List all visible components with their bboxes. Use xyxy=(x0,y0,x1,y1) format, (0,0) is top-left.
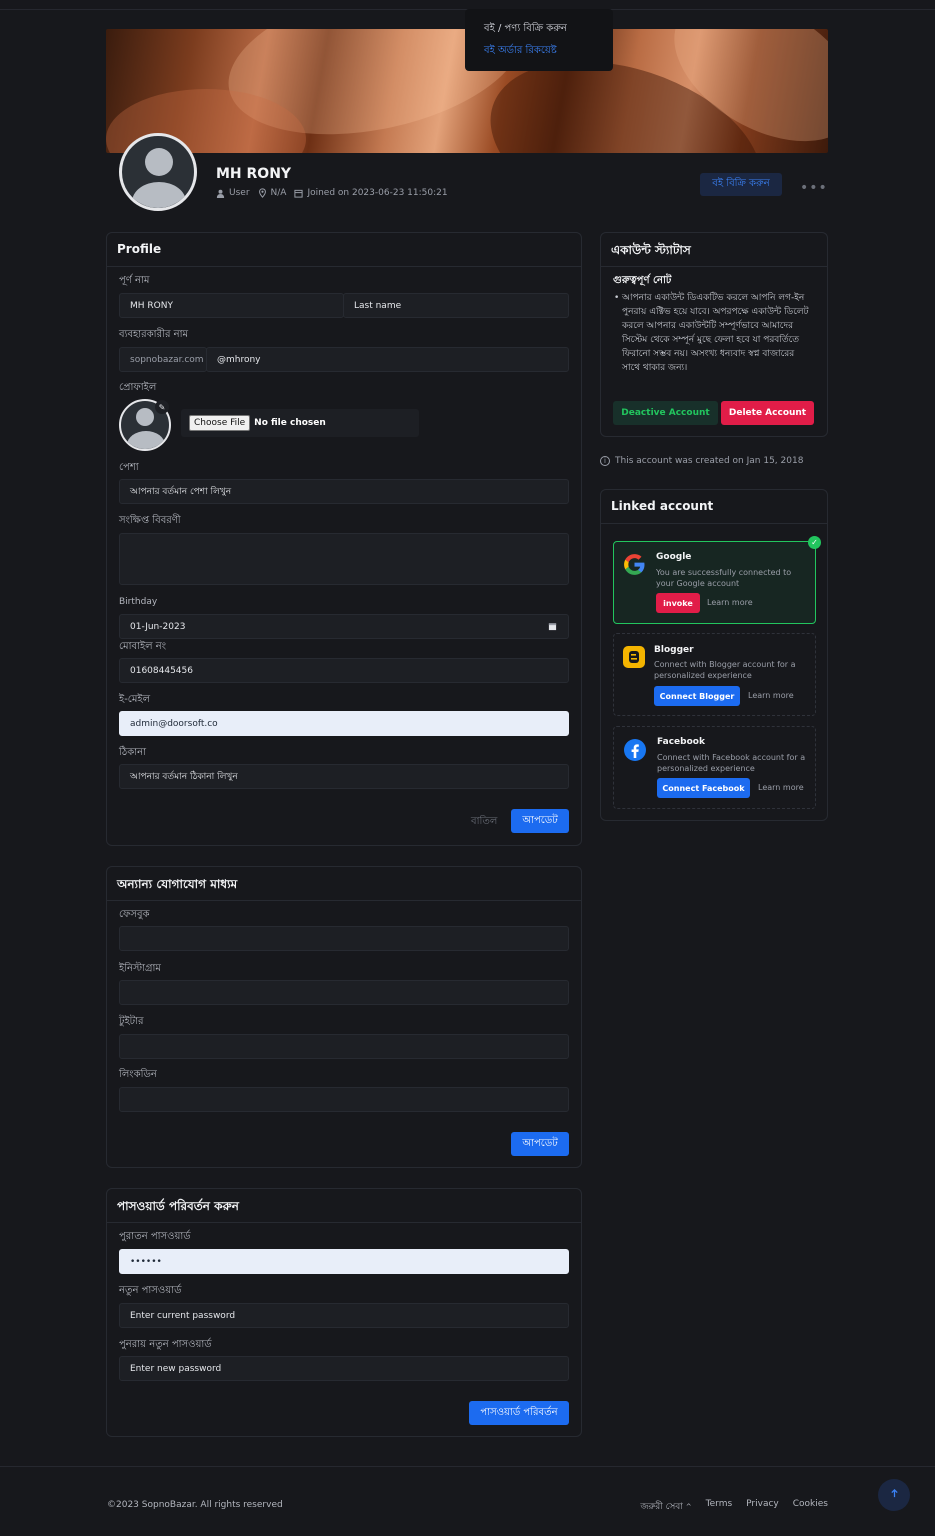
blogger-name: Blogger xyxy=(654,645,694,655)
fullname-label: পূর্ণ নাম xyxy=(119,275,150,286)
email-label: ই-মেইল xyxy=(119,694,151,705)
bio-textarea[interactable] xyxy=(119,533,569,585)
social-card: অন্যান্য যোগাযোগ মাধ্যম xyxy=(106,866,582,1168)
linkedin-input[interactable] xyxy=(119,1087,569,1112)
profile-update-button[interactable]: আপডেট xyxy=(511,809,569,833)
birthday-label: Birthday xyxy=(119,597,158,607)
file-status: No file chosen xyxy=(254,418,326,428)
profile-card-title: Profile xyxy=(107,233,581,267)
info-icon: i xyxy=(600,456,610,466)
facebook-learn-more-link[interactable]: Learn more xyxy=(758,783,804,792)
privacy-link[interactable]: Privacy xyxy=(746,1499,779,1514)
old-password-label: পুরাতন পাসওয়ার্ড xyxy=(119,1231,191,1242)
sell-book-button[interactable]: বই বিক্রি করুন xyxy=(700,173,782,196)
location-text: N/A xyxy=(270,188,287,198)
location-pin-icon xyxy=(258,188,267,198)
twitter-label: টুইটার xyxy=(119,1016,144,1027)
facebook-input[interactable] xyxy=(119,926,569,951)
emergency-service-label: জরুরী সেবা xyxy=(640,1502,683,1512)
cancel-button[interactable]: বাতিল xyxy=(471,814,497,831)
edit-pencil-icon[interactable]: ✎ xyxy=(155,400,169,414)
delete-account-button[interactable]: Delete Account xyxy=(721,401,814,425)
google-name: Google xyxy=(656,552,692,562)
profile-meta: User N/A Joined on 2023-06-23 11:50:21 xyxy=(216,188,448,198)
copyright-text: ©2023 SopnoBazar. All rights reserved xyxy=(107,1500,283,1510)
facebook-name: Facebook xyxy=(657,737,705,747)
google-invoke-button[interactable]: invoke xyxy=(656,593,700,613)
mobile-label: মোবাইল নং xyxy=(119,641,167,652)
emergency-service-link[interactable]: জরুরী সেবা ^ xyxy=(640,1499,691,1514)
terms-link[interactable]: Terms xyxy=(706,1499,733,1514)
instagram-input[interactable] xyxy=(119,980,569,1005)
connect-facebook-button[interactable]: Connect Facebook xyxy=(657,778,750,798)
social-card-title: অন্যান্য যোগাযোগ মাধ্যম xyxy=(107,867,581,901)
arrow-up-icon xyxy=(890,1489,899,1501)
change-password-button[interactable]: পাসওয়ার্ড পরিবর্তন xyxy=(469,1401,569,1425)
first-name-input[interactable]: MH RONY xyxy=(119,293,344,318)
menu-item-sell[interactable]: বই / পণ্য বিক্রি করুন xyxy=(484,21,613,43)
username-label: ব্যবহারকারীর নাম xyxy=(119,329,189,340)
dropdown-menu: বই / পণ্য বিক্রি করুন বই অর্ডার রিকয়েষ্… xyxy=(465,9,613,71)
deactivate-account-button[interactable]: Deactive Account xyxy=(613,401,718,425)
username-prefix: sopnobazar.com xyxy=(119,347,207,372)
username-input[interactable]: @mhrony xyxy=(206,347,569,372)
birthday-input[interactable]: 01-Jun-2023 xyxy=(119,614,569,639)
google-description: You are successfully connected to your G… xyxy=(656,568,792,588)
email-input[interactable]: admin@doorsoft.co xyxy=(119,711,569,736)
joined-text: Joined on 2023-06-23 11:50:21 xyxy=(307,188,448,198)
scroll-to-top-button[interactable] xyxy=(878,1479,910,1511)
instagram-label: ইনিস্টাগ্রাম xyxy=(119,963,161,974)
calendar-icon xyxy=(294,189,304,198)
linked-accounts-title: Linked account xyxy=(601,490,827,524)
old-password-input[interactable]: •••••• xyxy=(119,1249,569,1274)
profession-label: পেশা xyxy=(119,462,139,473)
facebook-label: ফেসবুক xyxy=(119,909,150,920)
password-card-title: পাসওয়ার্ড পরিবর্তন করুন xyxy=(107,1189,581,1223)
facebook-icon xyxy=(623,738,647,766)
more-options-icon[interactable]: ••• xyxy=(800,180,828,196)
account-status-title: একাউন্ট স্ট্যাটাস xyxy=(601,233,827,267)
avatar xyxy=(119,133,197,211)
blogger-icon xyxy=(623,646,645,672)
new-password-input[interactable]: Enter current password xyxy=(119,1303,569,1328)
cookies-link[interactable]: Cookies xyxy=(793,1499,828,1514)
confirm-password-input[interactable]: Enter new password xyxy=(119,1356,569,1381)
choose-file-button[interactable]: Choose File xyxy=(189,415,251,431)
last-name-input[interactable]: Last name xyxy=(343,293,569,318)
new-password-label: নতুন পাসওয়ার্ড xyxy=(119,1285,182,1296)
birthday-value: 01-Jun-2023 xyxy=(130,621,186,632)
check-icon: ✓ xyxy=(808,536,821,549)
note-title: গুরুত্বপূর্ণ নোট xyxy=(613,275,672,286)
google-icon xyxy=(622,552,647,581)
account-created-text: This account was created on Jan 15, 2018 xyxy=(615,456,804,466)
mobile-input[interactable]: 01608445456 xyxy=(119,658,569,683)
user-icon xyxy=(216,189,225,198)
linkedin-label: লিংকডিন xyxy=(119,1069,157,1080)
blogger-learn-more-link[interactable]: Learn more xyxy=(748,691,794,700)
confirm-password-label: পুনরায় নতুন পাসওয়ার্ড xyxy=(119,1339,212,1350)
bio-label: সংক্ষিপ্ত বিবরণী xyxy=(119,515,181,526)
footer: ©2023 SopnoBazar. All rights reserved জর… xyxy=(0,1466,935,1536)
connect-blogger-button[interactable]: Connect Blogger xyxy=(654,686,740,706)
file-upload[interactable]: Choose File No file chosen xyxy=(181,409,419,437)
account-created-note: i This account was created on Jan 15, 20… xyxy=(600,456,803,466)
address-input[interactable]: আপনার বর্তমান ঠিকানা লিখুন xyxy=(119,764,569,789)
google-learn-more-link[interactable]: Learn more xyxy=(707,598,753,607)
twitter-input[interactable] xyxy=(119,1034,569,1059)
blogger-description: Connect with Blogger account for a perso… xyxy=(654,660,796,680)
profile-name: MH RONY xyxy=(216,166,292,182)
menu-item-order-request[interactable]: বই অর্ডার রিকয়েষ্ট xyxy=(484,43,613,65)
role-text: User xyxy=(229,188,250,198)
calendar-icon[interactable] xyxy=(548,622,557,634)
chevron-up-icon: ^ xyxy=(685,1503,692,1511)
address-label: ঠিকানা xyxy=(119,747,146,758)
note-text: আপনার একাউন্ট ডিএকটিভ করলে আপনি লগ-ইন পু… xyxy=(614,291,814,375)
facebook-description: Connect with Facebook account for a pers… xyxy=(657,753,806,773)
profession-input[interactable]: আপনার বর্তমান পেশা লিখুন xyxy=(119,479,569,504)
footer-links: জরুরী সেবা ^ Terms Privacy Cookies xyxy=(640,1499,828,1514)
profile-photo-label: প্রোফাইল xyxy=(119,382,157,393)
social-update-button[interactable]: আপডেট xyxy=(511,1132,569,1156)
